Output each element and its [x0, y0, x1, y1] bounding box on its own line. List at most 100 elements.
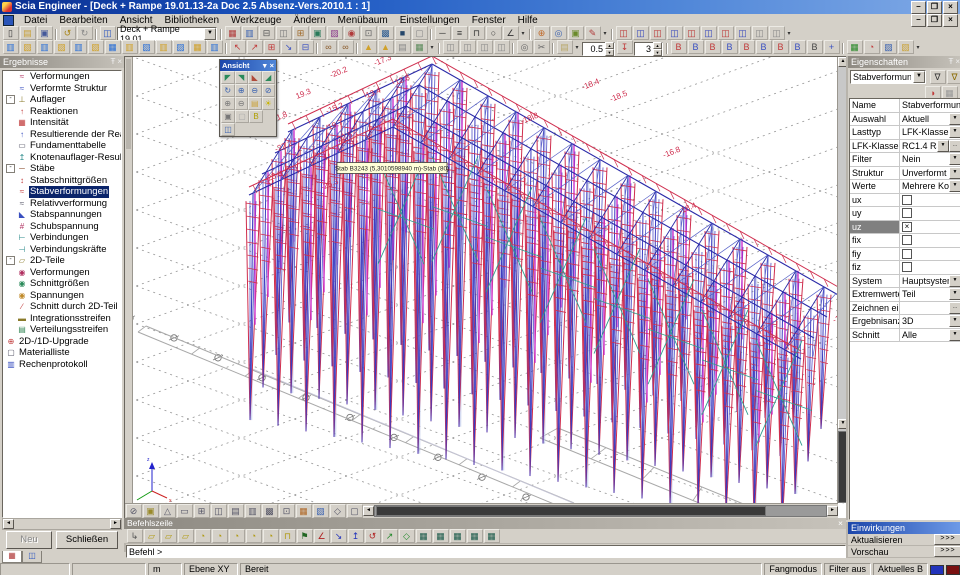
filter-edit-icon[interactable]: ∇	[947, 70, 960, 84]
cmd-table-2-icon[interactable]: ▦	[433, 529, 449, 543]
property-label[interactable]: fiy	[850, 248, 900, 261]
property-value[interactable]: Mehrere Kompon▼	[900, 180, 960, 193]
structure-tool-8-icon[interactable]: ▥	[122, 40, 138, 54]
undo-icon[interactable]: ↺	[60, 26, 76, 40]
property-value[interactable]	[900, 248, 960, 261]
tree-item-rechenprotokoll[interactable]: ▥Rechenprotokoll	[3, 359, 121, 371]
tree-item-schubspannung[interactable]: #Schubspannung	[3, 221, 121, 233]
more-annotate-icon[interactable]: ▾	[602, 28, 609, 40]
close-icon[interactable]: ×	[270, 60, 274, 71]
menu-einstellungen[interactable]: Einstellungen	[394, 15, 466, 26]
zoom-in-icon[interactable]: ⊕	[235, 84, 249, 97]
property-label[interactable]: Filter	[850, 153, 900, 166]
property-label[interactable]: Extremwerte	[850, 288, 900, 301]
property-value[interactable]	[900, 261, 960, 274]
dropdown-icon[interactable]: ▾	[263, 60, 267, 71]
cmd-angle-icon[interactable]: ∠	[314, 529, 330, 543]
clip-box-icon[interactable]: ▢	[235, 110, 249, 123]
tree-item-materialliste[interactable]: ▢Materialliste	[3, 347, 121, 359]
scale-down-icon-icon[interactable]: ↧	[617, 40, 633, 54]
doc-minimize-button[interactable]: –	[911, 14, 926, 27]
rotate-view-icon[interactable]: ↻	[221, 84, 235, 97]
cmd-table-5-icon[interactable]: ▦	[484, 529, 500, 543]
view-window-icon[interactable]: ◫	[211, 504, 227, 518]
viewport-left-scrollbar[interactable]	[125, 57, 133, 517]
cut-tool-icon[interactable]: ✂	[534, 40, 550, 54]
result-window-9-icon[interactable]: ◫	[752, 26, 768, 40]
result-display-1-icon[interactable]: B	[671, 40, 687, 54]
factor-spinner[interactable]: 3 ▲▼	[634, 42, 663, 56]
copy-icon[interactable]: ▦	[225, 26, 241, 40]
clean-icon[interactable]: ⊡	[361, 26, 377, 40]
checkbox-unchecked[interactable]	[902, 249, 912, 259]
picture-icon[interactable]: ▣	[310, 26, 326, 40]
view-window-2-icon[interactable]: ◫	[460, 40, 476, 54]
expander-icon[interactable]: -	[6, 164, 15, 173]
close-button[interactable]: ×	[943, 1, 958, 14]
result-display-7-icon[interactable]: B	[773, 40, 789, 54]
structure-tool-11-icon[interactable]: ▨	[173, 40, 189, 54]
snap-tool-icon[interactable]: ◎	[551, 26, 567, 40]
cmd-arc-icon[interactable]: ⊓	[280, 529, 296, 543]
view-window-3-icon[interactable]: ◫	[477, 40, 493, 54]
view-shading-icon[interactable]: ⊘	[126, 504, 142, 518]
status-filter-aus[interactable]: Filter aus	[824, 563, 871, 575]
property-value[interactable]	[900, 207, 960, 220]
hscroll-thumb[interactable]	[376, 506, 766, 516]
structure-tool-6-icon[interactable]: ▧	[88, 40, 104, 54]
result-display-5-icon[interactable]: B	[739, 40, 755, 54]
view-side-icon[interactable]: ◣	[248, 71, 262, 84]
result-window-2-icon[interactable]: ◫	[633, 26, 649, 40]
render-mode-4-icon[interactable]: ▧	[898, 40, 914, 54]
layer-tool-2-icon[interactable]: ▲	[378, 40, 394, 54]
property-value[interactable]: RC1.4 Rampe▼…	[900, 140, 960, 153]
select-tool-2-icon[interactable]: ↗	[247, 40, 263, 54]
cmd-rotate-icon[interactable]: ↺	[365, 529, 381, 543]
hatch-tool-icon[interactable]: ▣	[568, 26, 584, 40]
property-value[interactable]	[900, 194, 960, 207]
command-input[interactable]	[126, 545, 846, 558]
cmd-plane-2-icon[interactable]: ▱	[161, 529, 177, 543]
schliessen-button[interactable]: Schließen	[56, 531, 118, 549]
deselect-icon[interactable]: ↘	[281, 40, 297, 54]
more-layers-icon[interactable]: ▾	[429, 42, 436, 54]
property-value[interactable]: Alle▼	[900, 329, 960, 342]
dropdown-icon[interactable]: ▼	[949, 153, 960, 165]
doc-close-button[interactable]: ×	[943, 14, 958, 27]
cmd-vector-icon[interactable]: ↘	[331, 529, 347, 543]
measure-tool-icon[interactable]: ◎	[517, 40, 533, 54]
camera-icon[interactable]: ▣	[221, 110, 235, 123]
structure-tool-9-icon[interactable]: ▧	[139, 40, 155, 54]
property-label[interactable]: Struktur	[850, 167, 900, 180]
property-label[interactable]: uy	[850, 207, 900, 220]
dropdown-icon[interactable]: ▼	[949, 329, 960, 341]
property-value[interactable]: …	[900, 302, 960, 315]
render-mode-3-icon[interactable]: ▨	[881, 40, 897, 54]
menu-bearbeiten[interactable]: Bearbeiten	[53, 15, 113, 26]
structure-tool-1-icon[interactable]: ▥	[3, 40, 19, 54]
view-result-icon[interactable]: ▧	[313, 504, 329, 518]
checkbox-unchecked[interactable]	[902, 208, 912, 218]
view-mesh-icon[interactable]: ▩	[262, 504, 278, 518]
menu-werkzeuge[interactable]: Werkzeuge	[225, 15, 287, 26]
structure-tool-2-icon[interactable]: ▧	[20, 40, 36, 54]
cmd-round-3-icon[interactable]: ◔	[229, 529, 245, 543]
structure-tool-5-icon[interactable]: ▥	[71, 40, 87, 54]
filter-by-property-icon[interactable]: ∇	[930, 70, 946, 84]
render-mode-2-icon[interactable]: ◔	[864, 40, 880, 54]
more-folder-icon[interactable]: ▾	[574, 42, 581, 54]
result-window-10-icon[interactable]: ◫	[769, 26, 785, 40]
cmd-table-1-icon[interactable]: ▦	[416, 529, 432, 543]
property-label[interactable]: fiz	[850, 261, 900, 274]
save-project-icon[interactable]: ▣	[37, 26, 53, 40]
dropdown-icon[interactable]: ▼	[949, 167, 960, 179]
view-solid-icon[interactable]: △	[160, 504, 176, 518]
cmd-round-1-icon[interactable]: ◔	[195, 529, 211, 543]
property-label[interactable]: Auswahl	[850, 113, 900, 126]
result-display-8-icon[interactable]: B	[790, 40, 806, 54]
close-icon[interactable]: ×	[117, 56, 122, 68]
annotate-tool-icon[interactable]: ✎	[585, 26, 601, 40]
tree-item-knotenauflager-resultierende[interactable]: ↥Knotenauflager-Resultierende	[3, 152, 121, 164]
tree-item-integrationsstreifen[interactable]: ▬Integrationsstreifen	[3, 313, 121, 325]
pin-icon[interactable]: Ŧ	[948, 56, 953, 68]
